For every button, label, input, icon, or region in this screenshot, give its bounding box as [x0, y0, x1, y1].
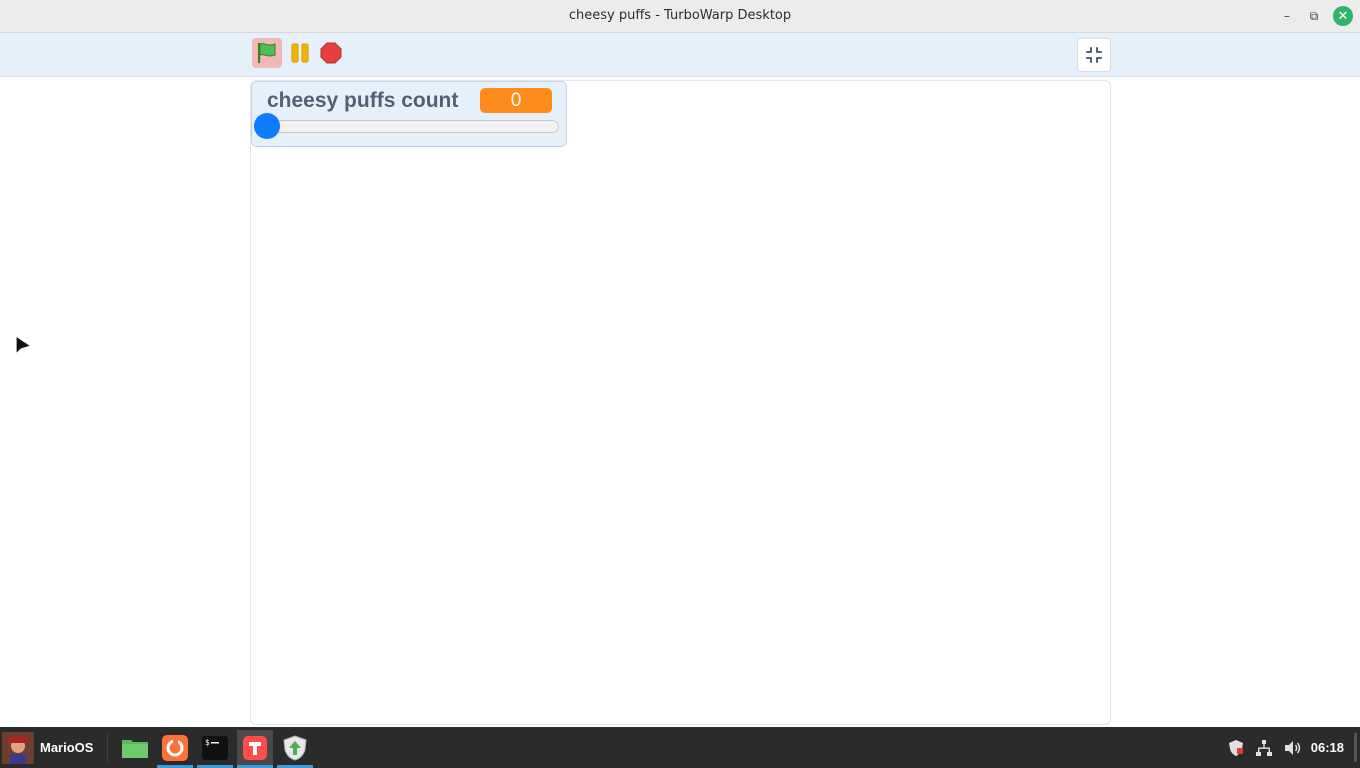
terminal-icon: $	[202, 735, 228, 760]
monitor-slider[interactable]	[254, 113, 559, 139]
taskbar-edge-handle	[1354, 733, 1357, 762]
system-tray: 06:18	[1227, 727, 1360, 768]
pause-icon	[291, 43, 309, 63]
player-toolbar	[0, 33, 1360, 77]
menu-avatar-icon	[2, 731, 34, 764]
taskbar: MarioOS $ 06:18	[0, 727, 1360, 768]
stage[interactable]	[250, 80, 1111, 725]
monitor-label: cheesy puffs count	[267, 89, 459, 112]
close-button[interactable]: ✕	[1333, 6, 1353, 26]
tray-volume[interactable]	[1283, 739, 1301, 757]
tray-network[interactable]	[1255, 739, 1273, 757]
green-flag-icon	[258, 43, 276, 63]
stop-button[interactable]	[316, 38, 346, 68]
taskbar-app-firefox[interactable]	[157, 730, 193, 765]
taskbar-app-files[interactable]	[117, 730, 153, 765]
window-title: cheesy puffs - TurboWarp Desktop	[568, 8, 792, 23]
taskbar-app-terminal[interactable]: $	[197, 730, 233, 765]
folder-icon	[122, 739, 148, 758]
exit-fullscreen-button[interactable]	[1077, 38, 1111, 72]
green-flag-button[interactable]	[252, 38, 282, 68]
turbowarp-icon	[243, 735, 267, 760]
volume-icon	[1284, 740, 1300, 755]
start-menu-label: MarioOS	[40, 740, 94, 755]
mouse-cursor-icon	[15, 335, 33, 356]
tray-shield[interactable]	[1227, 739, 1245, 757]
minimize-button[interactable]: –	[1277, 6, 1297, 26]
taskbar-separator	[107, 733, 108, 762]
pause-button[interactable]	[285, 38, 315, 68]
taskbar-app-turbowarp[interactable]	[237, 730, 273, 765]
slider-thumb[interactable]	[254, 113, 280, 139]
variable-monitor[interactable]: cheesy puffs count 0	[251, 81, 567, 147]
svg-text:$: $	[205, 738, 210, 747]
window-titlebar[interactable]: cheesy puffs - TurboWarp Desktop – ⧉ ✕	[0, 0, 1360, 33]
firefox-icon	[162, 734, 188, 761]
shield-update-icon	[283, 734, 307, 761]
maximize-button[interactable]: ⧉	[1304, 6, 1324, 26]
monitor-value: 0	[480, 88, 552, 113]
tray-clock[interactable]: 06:18	[1311, 740, 1344, 755]
start-menu-button[interactable]: MarioOS	[2, 731, 93, 764]
taskbar-app-update-manager[interactable]	[277, 730, 313, 765]
shield-icon	[1228, 739, 1243, 756]
network-icon	[1255, 739, 1272, 756]
stop-icon	[320, 42, 342, 64]
exit-fullscreen-icon	[1086, 47, 1102, 63]
